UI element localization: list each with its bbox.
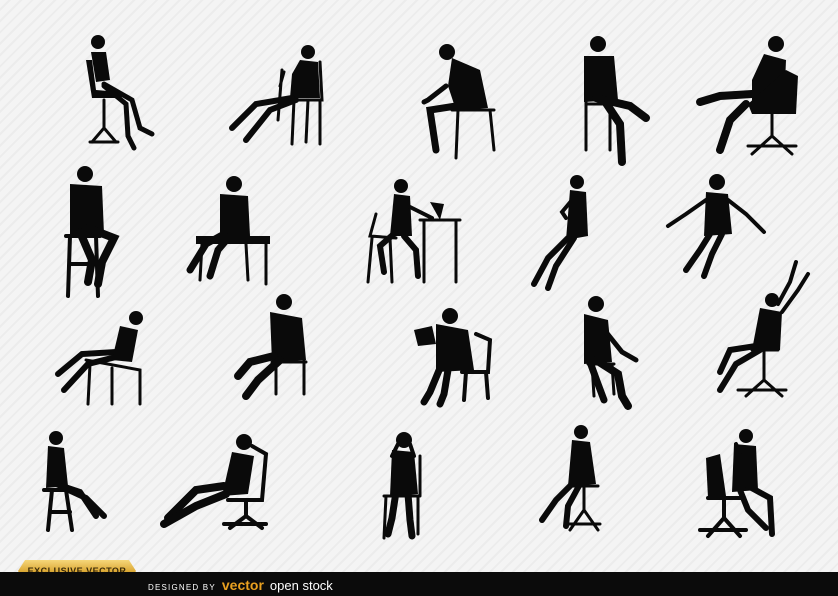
silhouettes-illustration [42, 35, 810, 540]
silhouette-person-reading [414, 308, 493, 408]
silhouette-woman-laptop-desk [366, 179, 462, 284]
silhouette-woman-lounge-chair [55, 311, 143, 406]
silhouette-man-chair-leg-crossed [584, 36, 650, 166]
silhouette-person-chair-hands-face [382, 432, 422, 540]
silhouette-man-phone-chair [421, 44, 496, 160]
silhouette-woman-swivel-crossed [539, 425, 602, 532]
brand-name[interactable]: vector [222, 577, 264, 593]
silhouette-canvas [0, 0, 838, 572]
silhouette-woman-office-chair-phone [698, 429, 775, 538]
brand-suffix[interactable]: open stock [270, 578, 333, 593]
silhouette-man-slumped-chair [234, 294, 308, 400]
silhouette-man-thinking-chair [584, 296, 639, 410]
silhouette-man-bench [186, 176, 270, 286]
credit-line: DESIGNED BY vector open stock [148, 577, 333, 593]
silhouette-woman-arms-spread [666, 174, 766, 279]
silhouette-woman-office-chair [86, 35, 155, 151]
footer-bar: DESIGNED BY vector open stock [0, 572, 838, 596]
silhouette-woman-leaning-chair [229, 45, 324, 146]
silhouette-woman-perched [531, 175, 588, 291]
silhouette-man-armchair-relaxed [696, 36, 798, 156]
silhouette-woman-stool [42, 431, 107, 532]
designed-by-label: DESIGNED BY [148, 583, 216, 592]
silhouette-woman-arms-raised [717, 260, 810, 398]
silhouette-man-reclined-office [160, 434, 269, 530]
silhouette-man-bar-stool [64, 166, 120, 298]
